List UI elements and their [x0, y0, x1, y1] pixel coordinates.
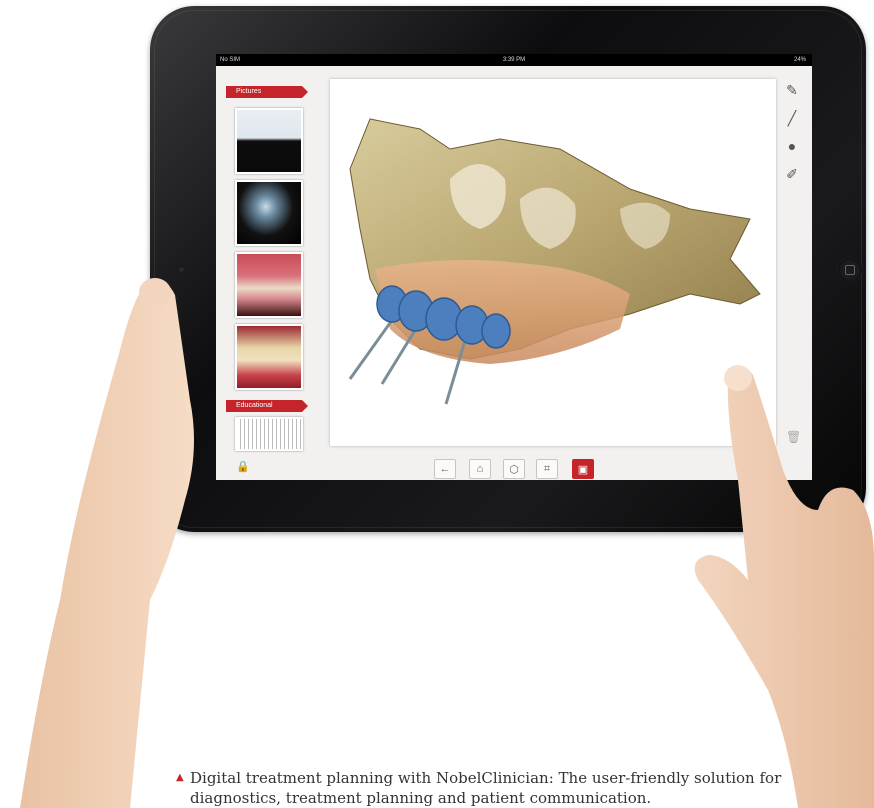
cube-icon[interactable]: ⬡	[503, 459, 525, 479]
media-sidebar: Pictures Educational	[226, 82, 308, 452]
circle-icon[interactable]: ●	[782, 136, 802, 156]
home-icon[interactable]: ⌂	[469, 459, 491, 479]
status-bar: No SIM 3:39 PM 24%	[216, 54, 812, 66]
caption-text: Digital treatment planning with NobelCli…	[190, 769, 782, 807]
line-icon[interactable]: ╱	[782, 108, 802, 128]
picture-thumbnail[interactable]	[235, 108, 303, 174]
home-button[interactable]	[838, 258, 862, 282]
image-icon[interactable]: ▣	[572, 459, 594, 479]
picture-thumbnail[interactable]	[235, 252, 303, 318]
battery-indicator: 24%	[793, 57, 806, 63]
right-hand	[694, 365, 874, 808]
caption-bullet-icon: ▲	[176, 772, 184, 783]
figure-caption: ▲ Digital treatment planning with NobelC…	[176, 768, 830, 808]
educational-thumbnail[interactable]	[235, 417, 303, 451]
picture-thumbnail[interactable]	[235, 324, 303, 390]
section-tab-pictures[interactable]: Pictures	[226, 86, 308, 98]
back-icon[interactable]: ←	[434, 459, 456, 479]
clock: 3:39 PM	[502, 57, 526, 63]
frame-icon[interactable]: ⌗	[536, 459, 558, 479]
pencil-icon[interactable]: ✎	[782, 80, 802, 100]
picture-thumbnail[interactable]	[235, 180, 303, 246]
section-tab-educational[interactable]: Educational	[226, 400, 308, 412]
left-hand	[20, 278, 194, 808]
eraser-icon[interactable]: ✐	[782, 164, 802, 184]
